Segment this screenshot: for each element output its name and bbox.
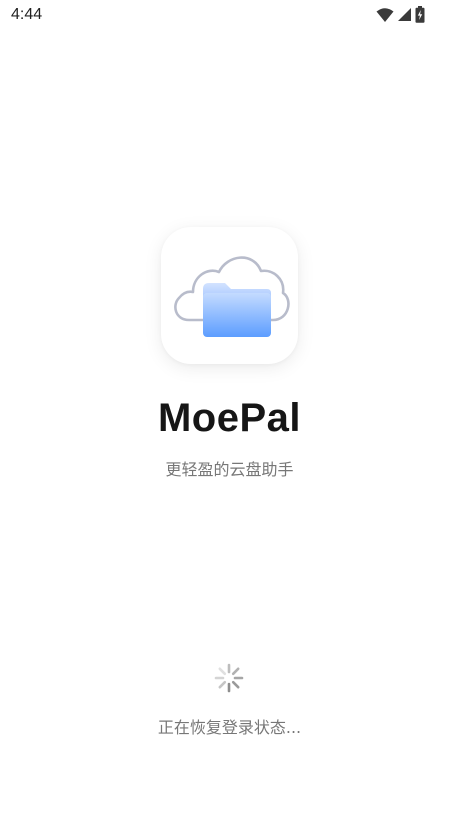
status-time: 4:44 <box>11 6 43 23</box>
app-tagline: 更轻盈的云盘助手 <box>165 460 294 479</box>
splash-screen: 4:44 MoePal 更轻盈的云盘助手 正在恢复登录状态... <box>0 0 459 816</box>
battery-charging-icon <box>415 6 425 27</box>
cellular-signal-icon <box>397 7 412 26</box>
status-icons <box>376 6 425 27</box>
wifi-icon <box>376 7 394 27</box>
status-bar: 4:44 <box>0 0 459 30</box>
app-logo <box>161 227 298 364</box>
loading-status-text: 正在恢复登录状态... <box>157 718 302 737</box>
cloud-folder-icon <box>174 256 290 337</box>
app-name: MoePal <box>157 396 302 440</box>
loading-spinner-icon <box>213 662 245 694</box>
